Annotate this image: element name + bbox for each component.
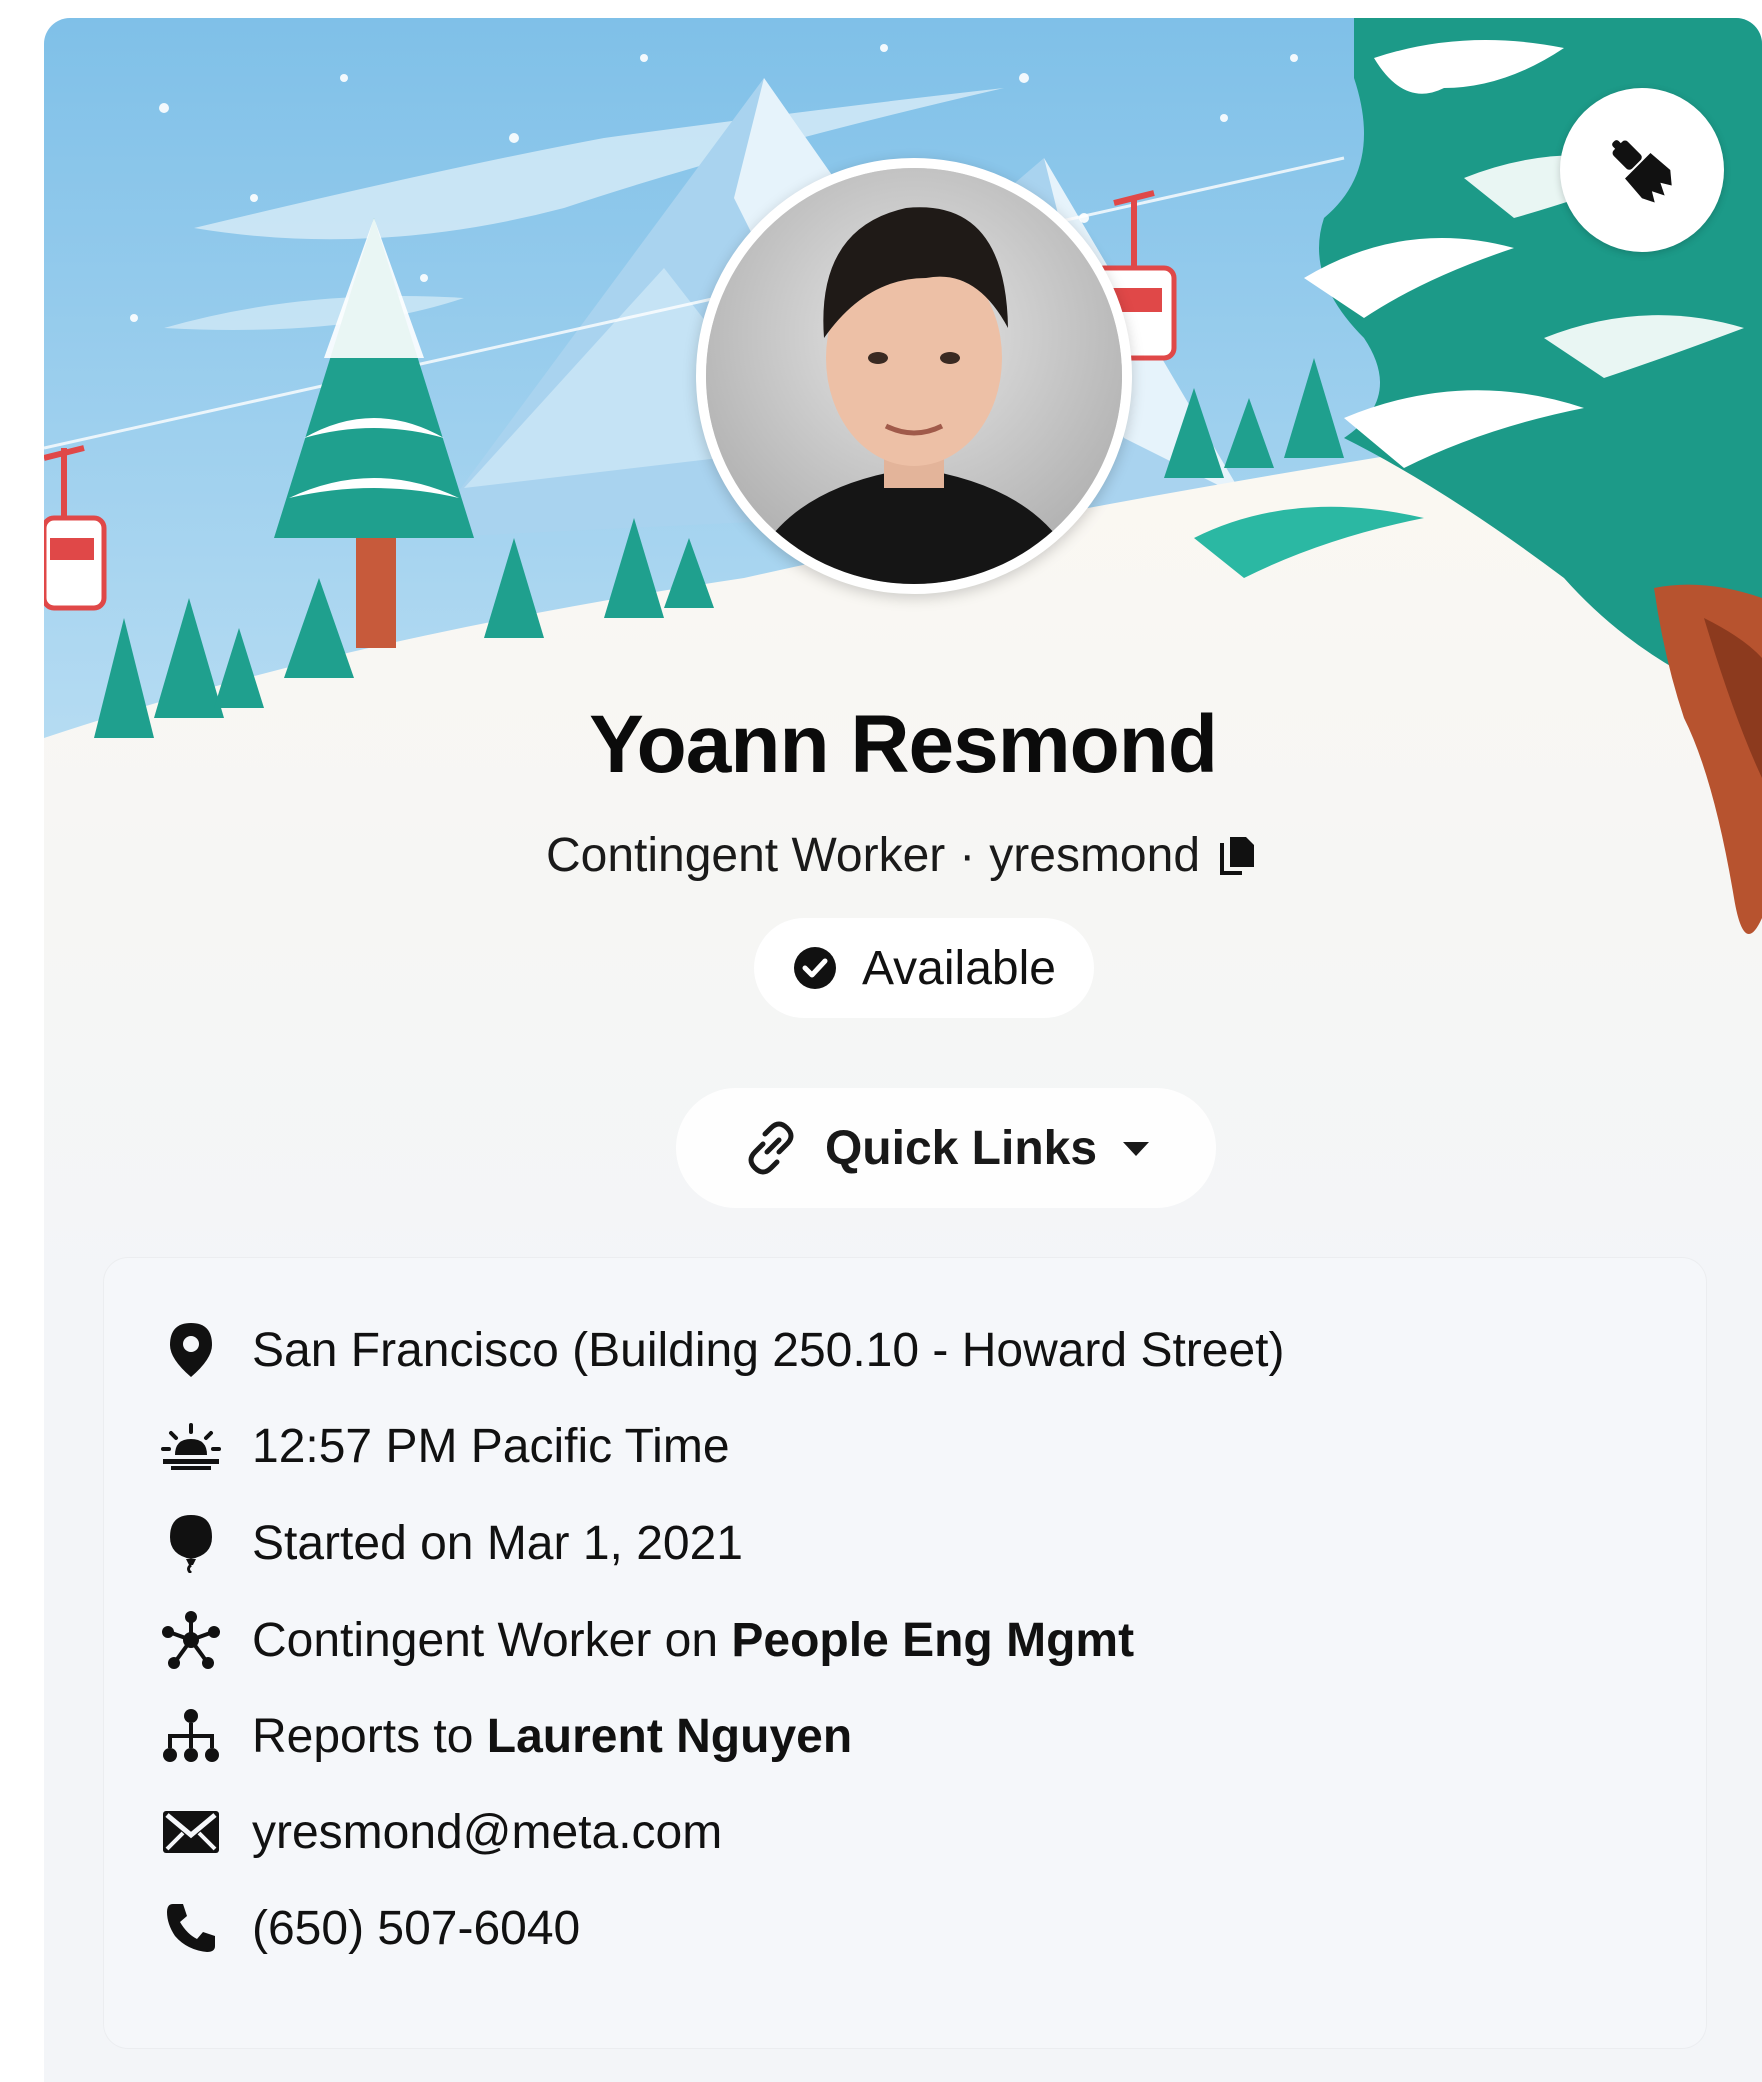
balloon-icon [160,1512,222,1574]
role-label: Contingent Worker [545,829,946,882]
status-label: Available [862,941,1056,995]
profile-avatar[interactable] [696,158,1132,594]
reports-row: Reports to Laurent Nguyen [160,1696,852,1776]
phone-row: (650) 507-6040 [160,1888,580,1968]
copy-icon[interactable] [1214,833,1260,879]
quick-links-button[interactable]: Quick Links [676,1088,1216,1208]
edit-cover-button[interactable] [1560,88,1724,252]
reports-text: Reports to Laurent Nguyen [252,1709,852,1764]
start-date-row: Started on Mar 1, 2021 [160,1503,743,1583]
profile-name: Yoann Resmond [589,699,1218,790]
paintbrush-icon [1612,140,1672,203]
org-chart-icon [160,1705,222,1767]
separator-dot: · [959,829,976,882]
profile-subtitle: Contingent Worker · yresmond [44,828,1762,883]
caret-down-icon [1123,1142,1150,1156]
check-circle-icon [794,947,837,989]
location-row: San Francisco (Building 250.10 - Howard … [160,1310,1285,1390]
local-time-row: 12:57 PM Pacific Time [160,1406,730,1486]
link-icon [748,1121,794,1175]
email-text[interactable]: yresmond@meta.com [252,1805,722,1860]
envelope-icon [160,1801,222,1863]
team-network-icon [160,1609,222,1671]
sunrise-icon [160,1415,222,1477]
username-label: yresmond [989,829,1201,882]
status-button[interactable]: Available [754,918,1094,1018]
profile-card: Yoann Resmond Contingent Worker · yresmo… [44,18,1762,2082]
phone-text[interactable]: (650) 507-6040 [252,1901,580,1956]
phone-icon [160,1897,222,1959]
team-row: Contingent Worker on People Eng Mgmt [160,1600,1134,1680]
team-name-link[interactable]: People Eng Mgmt [731,1614,1134,1667]
team-text: Contingent Worker on People Eng Mgmt [252,1613,1134,1668]
manager-name-link[interactable]: Laurent Nguyen [487,1710,852,1763]
start-date-text: Started on Mar 1, 2021 [252,1516,743,1570]
local-time-text: 12:57 PM Pacific Time [252,1419,730,1473]
location-text[interactable]: San Francisco (Building 250.10 - Howard … [252,1323,1285,1378]
email-row: yresmond@meta.com [160,1792,722,1872]
quick-links-label: Quick Links [824,1121,1098,1175]
team-prefix: Contingent Worker on [252,1613,732,1667]
reports-prefix: Reports to [252,1709,487,1763]
profile-details-panel: San Francisco (Building 250.10 - Howard … [104,1258,1706,2048]
map-pin-icon [160,1319,222,1381]
